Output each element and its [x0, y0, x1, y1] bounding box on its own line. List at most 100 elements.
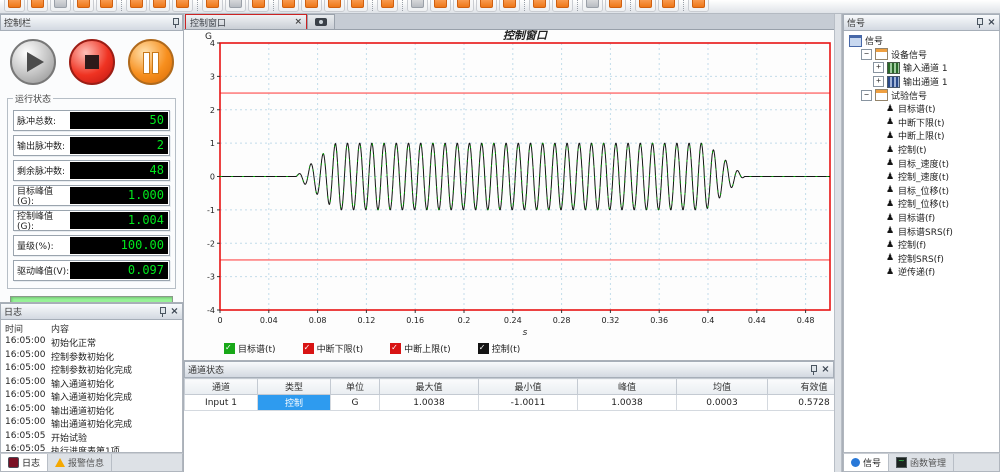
- toolbar-icon[interactable]: [126, 0, 147, 12]
- tab-log-0[interactable]: 日志: [1, 454, 48, 471]
- tree-item[interactable]: +输入通道 1: [847, 61, 999, 75]
- toolbar-icon[interactable]: [499, 0, 520, 12]
- tree-expander[interactable]: −: [861, 90, 872, 101]
- tree-item[interactable]: −试验信号: [847, 88, 999, 102]
- signal-icon: ♟: [885, 104, 895, 114]
- panel-splitter[interactable]: [834, 14, 842, 472]
- toolbar-icon[interactable]: [73, 0, 94, 12]
- tree-item[interactable]: − 设备信号: [847, 48, 999, 62]
- screenshot-tab[interactable]: [307, 14, 335, 29]
- pin-icon[interactable]: [171, 18, 179, 28]
- close-icon[interactable]: ×: [987, 18, 996, 28]
- toolbar-icon[interactable]: [347, 0, 368, 12]
- svg-text:0.2: 0.2: [458, 316, 471, 325]
- legend-checkbox[interactable]: [224, 343, 235, 354]
- pin-icon[interactable]: [975, 18, 983, 28]
- play-button[interactable]: [10, 39, 56, 85]
- tree-item[interactable]: ♟控制_位移(t): [847, 197, 999, 211]
- toolbar-icon[interactable]: [172, 0, 193, 12]
- toolbar-icon[interactable]: [377, 0, 398, 12]
- toolbar-icon[interactable]: [301, 0, 322, 12]
- tree-item[interactable]: +输出通道 1: [847, 75, 999, 89]
- tree-expander[interactable]: +: [873, 62, 884, 73]
- legend-item[interactable]: 中断上限(t): [390, 342, 451, 355]
- signal-tree: 信号−设备信号+输入通道 1+输出通道 1−试验信号♟目标谱(t)♟中断下限(t…: [843, 31, 1000, 453]
- toolbar-icon[interactable]: [430, 0, 451, 12]
- toolbar-icon[interactable]: [202, 0, 223, 12]
- toolbar-icon[interactable]: [96, 0, 117, 12]
- tree-item-label: 目标谱(f): [898, 211, 935, 224]
- legend-item[interactable]: 目标谱(t): [224, 342, 276, 355]
- legend-checkbox[interactable]: [390, 343, 401, 354]
- tree-item-label: 目标_速度(t): [898, 157, 949, 170]
- status-field-value: 1.000: [70, 187, 168, 204]
- log-message: 控制参数初始化: [51, 350, 182, 364]
- legend-item[interactable]: 中断下限(t): [303, 342, 364, 355]
- tree-item[interactable]: ♟目标_位移(t): [847, 184, 999, 198]
- tree-item[interactable]: ♟控制SRS(f): [847, 252, 999, 266]
- toolbar-icon[interactable]: [27, 0, 48, 12]
- tree-item[interactable]: ♟目标_速度(t): [847, 156, 999, 170]
- tree-item[interactable]: ♟目标谱(t): [847, 102, 999, 116]
- tab-signal-0[interactable]: 信号: [844, 454, 889, 471]
- tree-item[interactable]: ♟控制_速度(t): [847, 170, 999, 184]
- tab-log-1[interactable]: 报警信息: [48, 454, 112, 471]
- channel-row[interactable]: Input 1控制G1.0038-1.00111.00380.00030.572…: [185, 395, 861, 411]
- tab-close-icon[interactable]: ×: [294, 17, 302, 27]
- toolbar-icon[interactable]: [407, 0, 428, 12]
- log-panel-header: 日志 ×: [0, 303, 183, 320]
- tree-item[interactable]: ♟中断下限(t): [847, 116, 999, 130]
- toolbar-icon[interactable]: [605, 0, 626, 12]
- tree-item[interactable]: ♟中断上限(t): [847, 129, 999, 143]
- control-section: 控制栏 运行状态 脉冲总数:50输出脉冲数:2剩余脉冲数:48目标峰值(G):1…: [0, 14, 183, 302]
- signal-icon: ♟: [885, 145, 895, 155]
- toolbar-icon[interactable]: [50, 0, 71, 12]
- pin-icon[interactable]: [158, 307, 166, 317]
- channel-col-header: 类型: [258, 379, 331, 395]
- pin-icon[interactable]: [809, 365, 817, 375]
- toolbar-icon[interactable]: [225, 0, 246, 12]
- tab-signal-1[interactable]: 函数管理: [889, 454, 954, 471]
- toolbar-icon[interactable]: [278, 0, 299, 12]
- tree-item[interactable]: ♟控制(f): [847, 238, 999, 252]
- toolbar-icon[interactable]: [149, 0, 170, 12]
- status-field: 脉冲总数:50: [13, 110, 170, 131]
- tree-item[interactable]: ♟控制(t): [847, 143, 999, 157]
- toolbar-icon[interactable]: [324, 0, 345, 12]
- tree-item-label: 设备信号: [891, 48, 927, 61]
- signal-icon: ♟: [885, 185, 895, 195]
- close-icon[interactable]: ×: [821, 365, 830, 375]
- stop-button[interactable]: [69, 39, 115, 85]
- tree-item[interactable]: ♟目标谱(f): [847, 211, 999, 225]
- legend-item[interactable]: 控制(t): [478, 342, 521, 355]
- tree-item[interactable]: ♟目标谱SRS(f): [847, 224, 999, 238]
- tree-expander[interactable]: −: [861, 49, 872, 60]
- pause-button[interactable]: [128, 39, 174, 85]
- tab-control-window[interactable]: 控制窗口 ×: [185, 14, 307, 29]
- toolbar-icon[interactable]: [4, 0, 25, 12]
- toolbar-icon[interactable]: [529, 0, 550, 12]
- log-time: 16:05:05: [5, 444, 51, 453]
- toolbar-icon[interactable]: [248, 0, 269, 12]
- legend-checkbox[interactable]: [303, 343, 314, 354]
- toolbar-icon[interactable]: [582, 0, 603, 12]
- tab-label: 信号: [863, 456, 881, 469]
- toolbar-icon[interactable]: [688, 0, 709, 12]
- tree-expander[interactable]: +: [873, 76, 884, 87]
- app-window: 控制栏 运行状态 脉冲总数:50输出脉冲数:2剩余脉冲数:48目标峰值(G):1…: [0, 0, 1000, 472]
- legend-checkbox[interactable]: [478, 343, 489, 354]
- toolbar-icon[interactable]: [476, 0, 497, 12]
- svg-text:0.24: 0.24: [504, 316, 522, 325]
- close-icon[interactable]: ×: [170, 307, 179, 317]
- toolbar-icon[interactable]: [552, 0, 573, 12]
- log-bottom-tabs: 日志报警信息: [0, 453, 183, 472]
- log-row: 16:05:00输出通道初始化: [5, 404, 182, 418]
- tree-item[interactable]: 信号: [847, 34, 999, 48]
- toolbar-icon[interactable]: [658, 0, 679, 12]
- toolbar-icon[interactable]: [635, 0, 656, 12]
- tree-item[interactable]: ♟逆传递(f): [847, 265, 999, 279]
- svg-text:0: 0: [210, 173, 215, 182]
- toolbar-icon[interactable]: [453, 0, 474, 12]
- channel-cell: -1.0011: [479, 395, 578, 411]
- status-fields: 脉冲总数:50输出脉冲数:2剩余脉冲数:48目标峰值(G):1.000控制峰值(…: [13, 110, 170, 281]
